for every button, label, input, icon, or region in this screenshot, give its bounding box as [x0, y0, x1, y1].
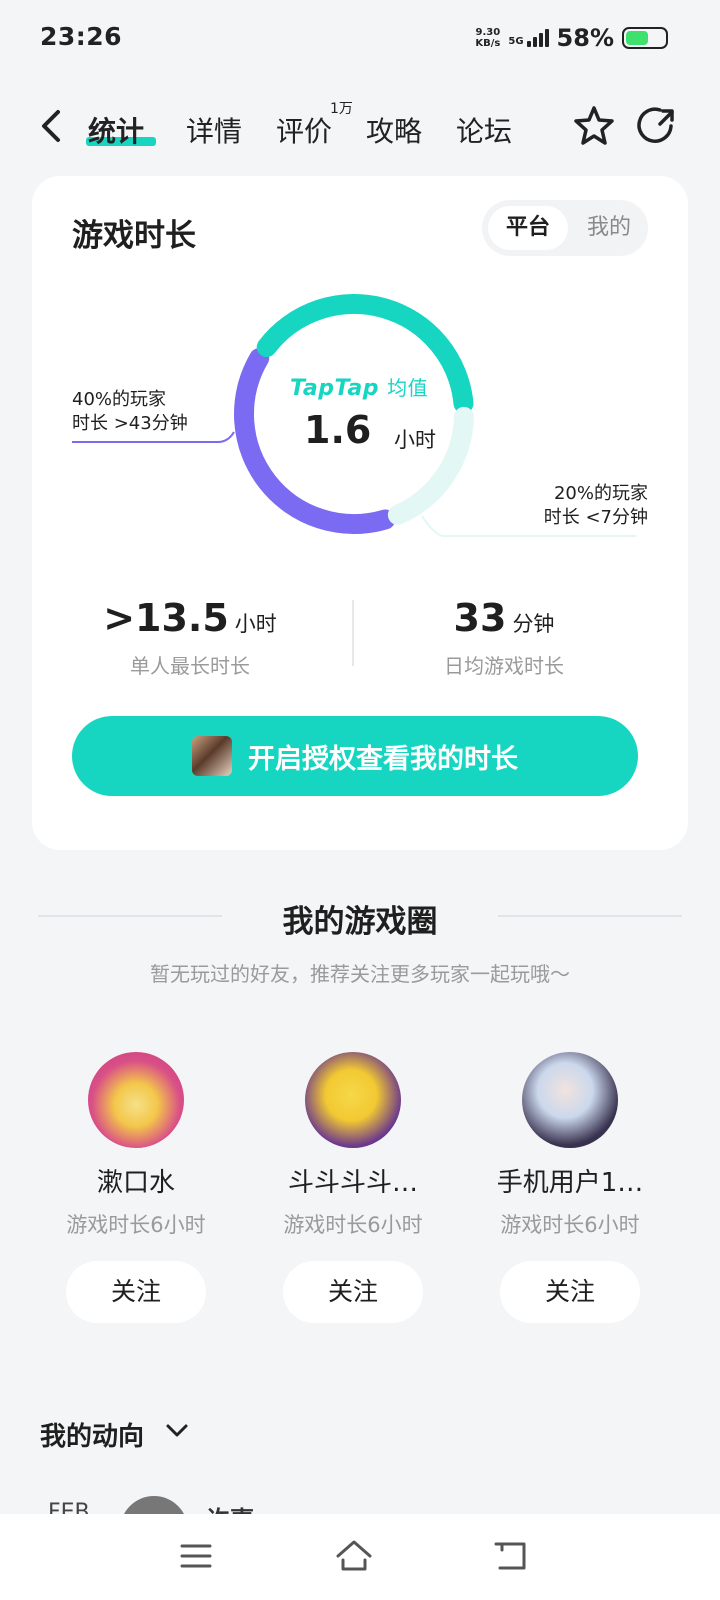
annotation-right: 20%的玩家 时长 <7分钟 — [544, 482, 648, 530]
authorize-button-label: 开启授权查看我的时长 — [248, 743, 518, 775]
battery-percent: 58% — [556, 24, 614, 52]
metric-longest-label: 单人最长时长 — [130, 654, 250, 678]
signal-bars — [526, 29, 549, 47]
playtime-card: 游戏时长 平台 我的 TapTap 均值 1.6 小时 40%的玩家 时长 >4… — [32, 176, 688, 850]
annotation-left-line1: 40%的玩家 — [72, 389, 167, 410]
top-nav: 统计 详情 评价 1万 攻略 论坛 — [0, 90, 720, 162]
net-speed-value: 9.30 — [475, 27, 501, 38]
home-icon[interactable] — [334, 1536, 374, 1576]
annotation-right-line2: 时长 <7分钟 — [543, 507, 648, 528]
annotation-left-line2: 时长 >43分钟 — [72, 413, 188, 434]
metric-daily-value: 33 — [453, 596, 507, 640]
battery-level — [626, 31, 649, 45]
metric-daily: 33 分钟 日均游戏时长 — [354, 596, 654, 679]
metric-daily-unit: 分钟 — [512, 612, 555, 636]
review-count-badge: 1万 — [330, 101, 353, 117]
metric-longest-unit: 小时 — [234, 612, 277, 636]
friend-card[interactable]: 斗斗斗斗… 游戏时长6小时 关注 — [253, 1052, 453, 1323]
friend-playtime: 游戏时长6小时 — [500, 1213, 640, 1237]
metric-longest-value: >13.5 — [103, 596, 229, 640]
tab-details[interactable]: 详情 — [186, 110, 242, 150]
star-icon[interactable] — [572, 104, 616, 148]
annotation-right-line1: 20%的玩家 — [553, 483, 648, 504]
taptap-logo: TapTap 均值 — [290, 372, 428, 401]
friend-name: 手机用户1… — [496, 1168, 644, 1198]
tab-forum[interactable]: 论坛 — [456, 110, 512, 150]
friend-card[interactable]: 漱口水 游戏时长6小时 关注 — [36, 1052, 236, 1323]
taptap-logo-sub: 均值 — [387, 376, 429, 400]
tab-stats[interactable]: 统计 — [88, 110, 144, 150]
tab-reviews[interactable]: 评价 — [276, 110, 332, 150]
system-nav-bar — [0, 1514, 720, 1600]
average-unit: 小时 — [394, 428, 436, 452]
annotation-curve-right — [421, 515, 443, 537]
game-thumbnail — [192, 736, 232, 776]
follow-button[interactable]: 关注 — [500, 1261, 640, 1323]
net-speed-unit: KB/s — [475, 38, 501, 49]
annotation-curve-left — [217, 431, 235, 443]
game-circle-title: 我的游戏圈 — [282, 904, 438, 940]
back-icon[interactable] — [34, 108, 68, 144]
follow-button[interactable]: 关注 — [66, 1261, 206, 1323]
avatar[interactable] — [305, 1052, 401, 1148]
network-type: 5G — [508, 36, 524, 47]
status-bar: 23:26 9.30 KB/s 5G 58% — [0, 0, 720, 78]
authorize-button[interactable]: 开启授权查看我的时长 — [72, 716, 638, 796]
metric-daily-label: 日均游戏时长 — [444, 654, 564, 678]
divider-right — [498, 915, 682, 917]
friend-name: 斗斗斗斗… — [287, 1168, 418, 1198]
share-icon[interactable] — [636, 104, 678, 146]
tab-guides[interactable]: 攻略 — [366, 110, 422, 150]
game-circle-subtitle: 暂无玩过的好友，推荐关注更多玩家一起玩哦～ — [150, 962, 570, 986]
avatar[interactable] — [88, 1052, 184, 1148]
average-value: 1.6 — [304, 408, 372, 452]
annotation-left: 40%的玩家 时长 >43分钟 — [72, 388, 188, 436]
avatar[interactable] — [522, 1052, 618, 1148]
friend-card[interactable]: 手机用户1… 游戏时长6小时 关注 — [470, 1052, 670, 1323]
metric-longest: >13.5 小时 单人最长时长 — [40, 596, 340, 679]
my-activity-title[interactable]: 我的动向 — [40, 1416, 144, 1453]
friend-name: 漱口水 — [96, 1168, 175, 1198]
net-speed: 9.30 KB/s — [475, 27, 500, 49]
signal-icon: 5G — [508, 29, 549, 47]
taptap-logo-text: TapTap — [290, 376, 379, 401]
chevron-down-icon[interactable] — [164, 1418, 190, 1444]
status-time: 23:26 — [40, 22, 123, 51]
friend-playtime: 游戏时长6小时 — [66, 1213, 206, 1237]
battery-icon — [622, 27, 668, 49]
follow-button[interactable]: 关注 — [283, 1261, 423, 1323]
status-indicators: 9.30 KB/s 5G 58% — [475, 24, 668, 52]
back-nav-icon[interactable] — [492, 1536, 532, 1576]
menu-icon[interactable] — [176, 1536, 216, 1576]
friend-playtime: 游戏时长6小时 — [283, 1213, 423, 1237]
